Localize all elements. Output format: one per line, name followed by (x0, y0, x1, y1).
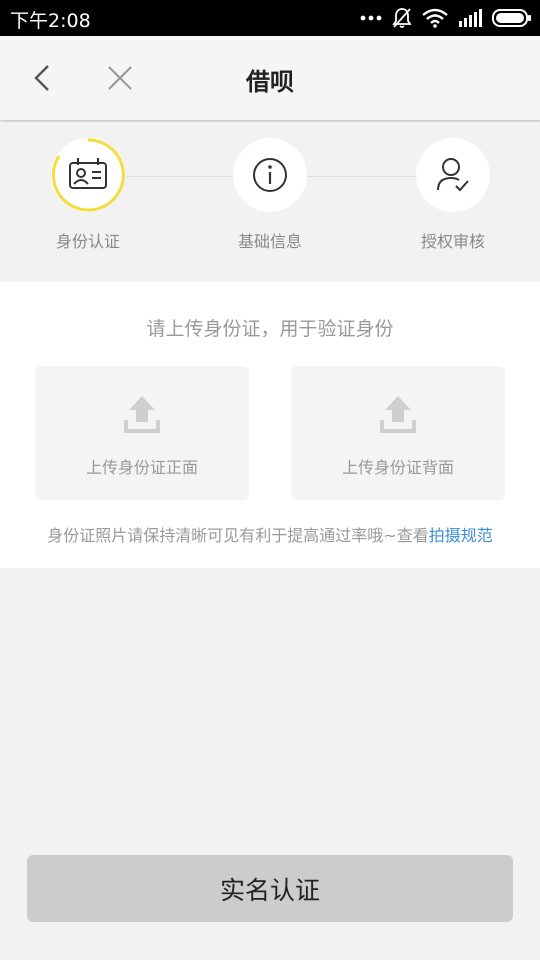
user-check-icon (437, 158, 469, 192)
step-circle (51, 138, 125, 212)
step-label: 身份认证 (55, 232, 120, 251)
verify-button[interactable]: 实名认证 (27, 855, 513, 922)
page-title: 借呗 (246, 68, 294, 96)
step-circle (416, 138, 490, 212)
upload-front-button[interactable]: 上传身份证正面 (35, 366, 249, 500)
upload-prompt: 请上传身份证，用于验证身份 (146, 318, 394, 340)
status-icons (360, 0, 532, 36)
tip-text: 身份证照片请保持清晰可见有利于提高通过率哦~查看 (47, 526, 429, 545)
upload-front-label: 上传身份证正面 (85, 458, 198, 477)
step-label: 基础信息 (237, 232, 302, 251)
upload-card: 请上传身份证，用于验证身份 上传身份证正面 上传身份证背面 身份证照片请保持清晰… (0, 282, 540, 568)
wifi-icon (422, 8, 448, 28)
step-authorization: 授权审核 (393, 138, 513, 252)
info-icon (253, 158, 287, 192)
battery-icon (492, 9, 531, 27)
step-identity: 身份认证 (28, 138, 148, 252)
upload-icon (380, 396, 416, 433)
upload-back-button[interactable]: 上传身份证背面 (291, 366, 505, 500)
progress-steps: 身份认证 基础信息 授权审核 (0, 122, 540, 280)
photo-tip: 身份证照片请保持清晰可见有利于提高通过率哦~查看拍摄规范 (0, 522, 540, 546)
signal-icon (459, 9, 482, 27)
status-time: 下午2:08 (10, 10, 91, 32)
id-card-icon (51, 138, 125, 212)
more-dots-icon (360, 15, 382, 21)
bell-muted-icon (392, 8, 412, 28)
upload-icon (124, 396, 160, 433)
step-basic-info: 基础信息 (210, 138, 330, 252)
status-bar: 下午2:08 (0, 0, 540, 36)
nav-bar: 借呗 (0, 36, 540, 120)
upload-back-label: 上传身份证背面 (341, 458, 454, 477)
step-circle (233, 138, 307, 212)
step-label: 授权审核 (420, 232, 485, 251)
shooting-guide-link[interactable]: 拍摄规范 (429, 526, 493, 545)
